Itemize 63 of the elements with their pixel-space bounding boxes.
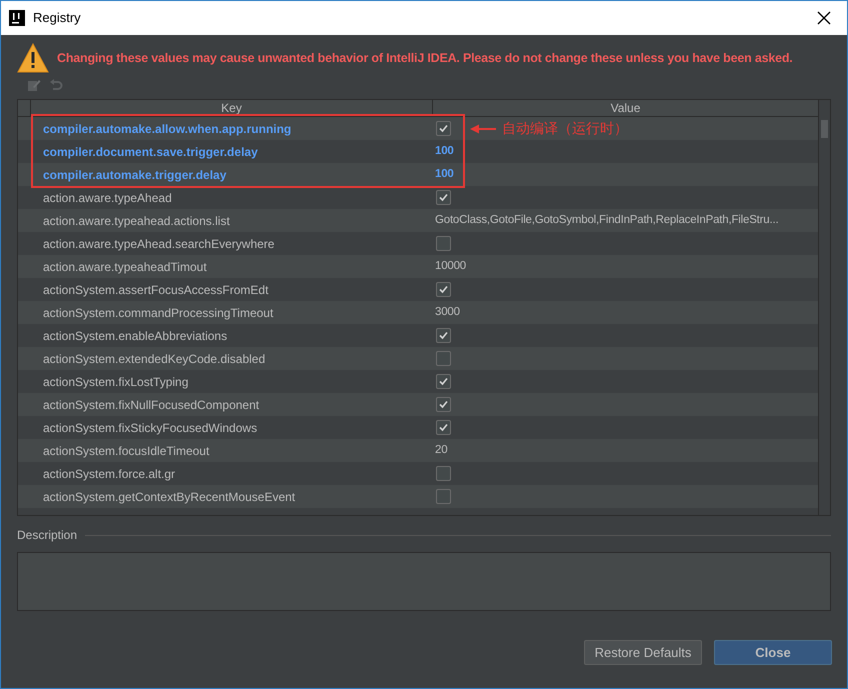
checkbox[interactable] [436, 466, 451, 481]
close-icon[interactable] [817, 11, 831, 25]
key-cell-text: actionSystem.fixNullFocusedComponent [42, 396, 260, 414]
checkbox[interactable] [436, 282, 451, 297]
key-cell-text: action.aware.typeahead.actions.list [42, 212, 231, 230]
column-header[interactable]: Key [31, 100, 433, 116]
scrollbar[interactable] [818, 100, 830, 515]
checkbox[interactable] [436, 328, 451, 343]
checkmark-icon [438, 399, 449, 410]
table-row[interactable]: action.aware.typeaheadTimout 10000 [18, 255, 818, 278]
key-cell-text: action.aware.typeaheadTimout [42, 258, 208, 276]
table-row[interactable]: action.aware.typeahead.actions.list GotoClass,GotoFile,GotoSymbol,FindInPath,ReplaceInPath,FileStru... [18, 209, 818, 232]
value-cell-text: 100 [435, 144, 454, 159]
checkbox[interactable] [436, 236, 451, 251]
checkbox[interactable] [436, 121, 451, 136]
checkmark-icon [438, 422, 449, 433]
checkbox[interactable] [436, 397, 451, 412]
value-cell-text: 20 [435, 442, 448, 458]
checkmark-icon [438, 123, 449, 134]
key-cell-text: actionSystem.extendedKeyCode.disabled [42, 350, 266, 368]
table-row[interactable]: actionSystem.focusIdleTimeout 20 [18, 439, 818, 462]
key-cell-text: action.aware.typeAhead.searchEverywhere [42, 236, 276, 252]
checkbox[interactable] [436, 489, 451, 504]
table-row[interactable]: compiler.automake.trigger.delay 100 [18, 163, 818, 186]
key-cell-text: actionSystem.enableAbbreviations [42, 328, 228, 344]
warning-message: Changing these values may cause unwanted behavior of IntelliJ IDEA. Please do not change these unless you have been asked. [57, 50, 793, 67]
checkmark-icon [438, 284, 449, 295]
description-field[interactable] [17, 552, 831, 611]
value-cell-text: 100 [435, 166, 454, 182]
key-cell-text: action.aware.typeAhead [42, 190, 173, 206]
key-cell-text: actionSystem.assertFocusAccessFromEdt [42, 282, 270, 298]
key-cell-text: actionSystem.commandProcessingTimeout [42, 304, 274, 322]
key-cell-text: actionSystem.fixLostTyping [42, 374, 190, 390]
dialog-button[interactable]: Restore Defaults [584, 640, 702, 665]
table-row[interactable]: actionSystem.getContextByRecentMouseEvent [18, 485, 818, 508]
table-row[interactable]: actionSystem.commandProcessingTimeout 3000 [18, 301, 818, 324]
value-cell-text: GotoClass,GotoFile,GotoSymbol,FindInPath,ReplaceInPath,FileStru... [435, 212, 778, 228]
description-label: Description [17, 527, 78, 544]
key-cell-text: compiler.automake.trigger.delay [42, 166, 228, 184]
table-row[interactable]: actionSystem.fixNullFocusedComponent [18, 393, 818, 416]
dialog-button[interactable]: Close [714, 640, 832, 665]
checkmark-icon [438, 330, 449, 341]
checkmark-icon [438, 376, 449, 387]
column-header[interactable]: Value [433, 100, 818, 116]
value-cell-text: 10000 [435, 258, 466, 274]
key-cell-text: compiler.automake.allow.when.app.running [42, 120, 292, 138]
checkbox[interactable] [436, 374, 451, 389]
key-cell-text: actionSystem.fixStickyFocusedWindows [42, 420, 258, 436]
app-icon [9, 10, 25, 26]
window-title: Registry [33, 9, 81, 28]
checkbox[interactable] [436, 190, 451, 205]
checkmark-icon [438, 192, 449, 203]
annotation-text: 自动编译（运行时） [502, 119, 628, 138]
checkbox[interactable] [436, 351, 451, 366]
key-cell-text: compiler.document.save.trigger.delay [42, 144, 259, 160]
key-cell-text: actionSystem.force.alt.gr [42, 466, 176, 482]
arrow-icon [470, 124, 496, 134]
checkbox[interactable] [436, 420, 451, 435]
key-cell-text: actionSystem.getContextByRecentMouseEvent [42, 488, 296, 506]
value-cell-text: 3000 [435, 304, 460, 320]
table-row[interactable]: actionSystem.extendedKeyCode.disabled [18, 347, 818, 370]
key-cell-text: actionSystem.focusIdleTimeout [42, 442, 210, 460]
warning-icon [17, 43, 49, 73]
